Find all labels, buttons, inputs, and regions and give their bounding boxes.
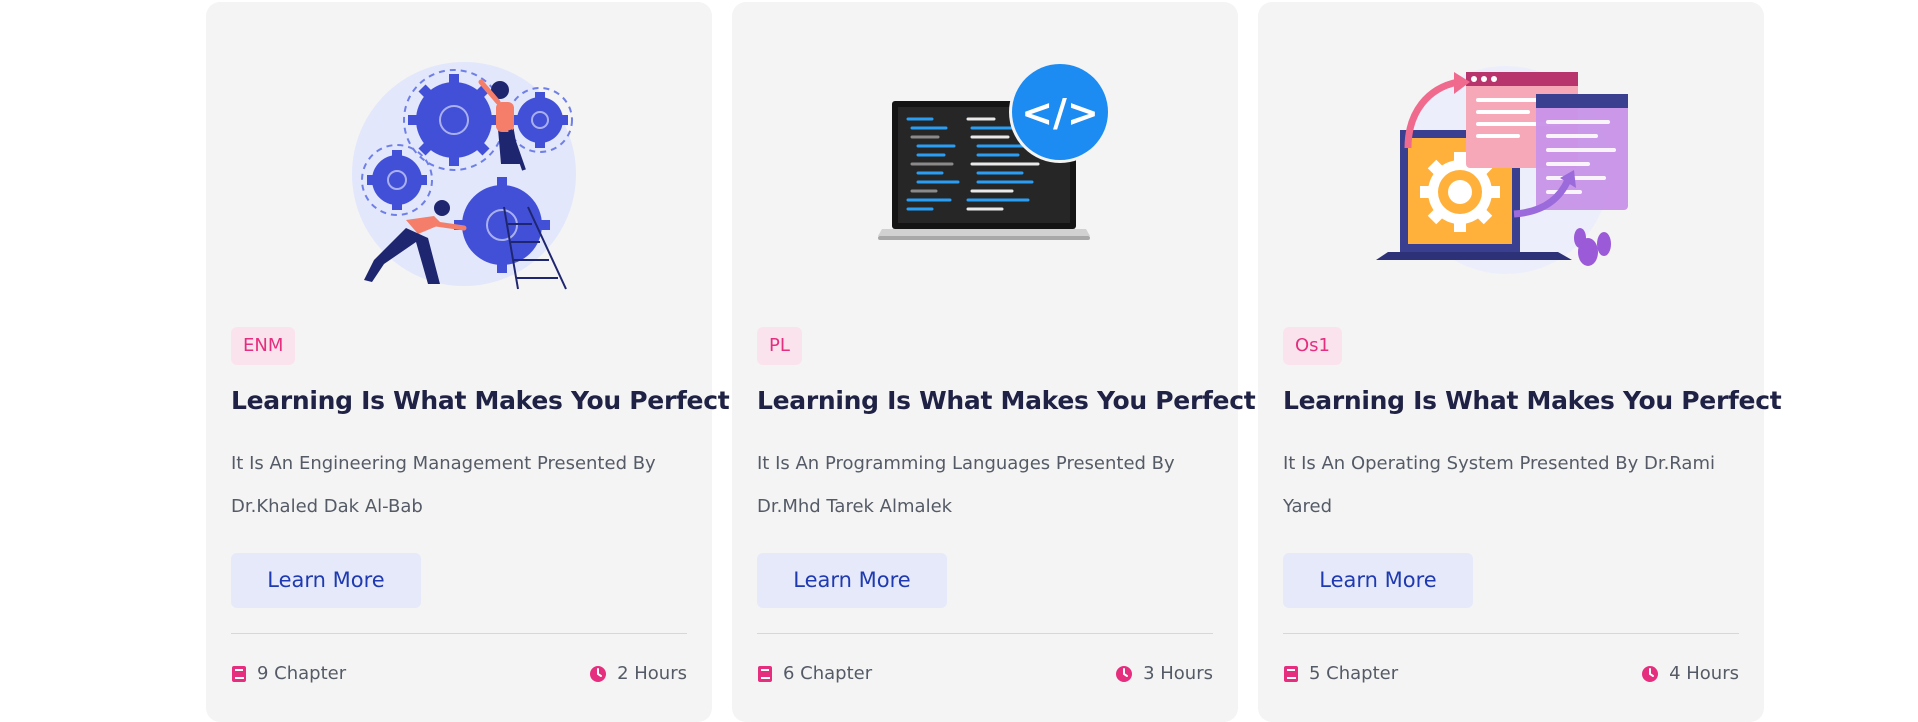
chapter-count: 6 Chapter bbox=[757, 662, 872, 686]
gears-teamwork-illustration bbox=[206, 2, 712, 302]
book-icon bbox=[758, 666, 772, 682]
course-title: Learning Is What Makes You Perfect bbox=[1283, 386, 1782, 415]
course-title: Learning Is What Makes You Perfect bbox=[757, 386, 1256, 415]
chapter-count-text: 5 Chapter bbox=[1309, 663, 1399, 684]
book-icon bbox=[1284, 666, 1298, 682]
course-tag: ENM bbox=[231, 327, 296, 365]
course-cards: ENM Learning Is What Makes You Perfect I… bbox=[0, 0, 1918, 722]
chapter-count-text: 9 Chapter bbox=[257, 663, 347, 684]
duration: 3 Hours bbox=[1115, 662, 1213, 686]
course-description: It Is An Programming Languages Presented… bbox=[757, 453, 1175, 517]
laptop-code-illustration: </> bbox=[732, 2, 1238, 302]
book-icon bbox=[232, 666, 246, 682]
duration-text: 2 Hours bbox=[617, 663, 687, 684]
course-card: Os1 Learning Is What Makes You Perfect I… bbox=[1258, 2, 1782, 722]
course-card: ENM Learning Is What Makes You Perfect I… bbox=[206, 2, 730, 722]
chapter-count: 5 Chapter bbox=[1283, 662, 1398, 686]
svg-text:</>: </> bbox=[1021, 91, 1099, 135]
divider bbox=[1283, 633, 1739, 634]
chapter-count: 9 Chapter bbox=[231, 662, 346, 686]
learn-more-button[interactable]: Learn More bbox=[757, 553, 947, 608]
course-card: </> PL Learning Is What Makes You Perfec… bbox=[732, 2, 1256, 722]
duration: 4 Hours bbox=[1641, 662, 1739, 686]
course-description: It Is An Engineering Management Presente… bbox=[231, 453, 656, 517]
course-description: It Is An Operating System Presented By D… bbox=[1283, 453, 1715, 517]
clock-icon bbox=[1116, 666, 1133, 682]
learn-more-button[interactable]: Learn More bbox=[231, 553, 421, 608]
divider bbox=[757, 633, 1213, 634]
duration: 2 Hours bbox=[589, 662, 687, 686]
course-title: Learning Is What Makes You Perfect bbox=[231, 386, 730, 415]
clock-icon bbox=[1642, 666, 1659, 682]
duration-text: 4 Hours bbox=[1669, 663, 1739, 684]
course-tag: Os1 bbox=[1283, 327, 1342, 365]
course-tag: PL bbox=[757, 327, 802, 365]
clock-icon bbox=[590, 666, 607, 682]
laptop-windows-gear-illustration bbox=[1258, 2, 1764, 302]
divider bbox=[231, 633, 687, 634]
learn-more-button[interactable]: Learn More bbox=[1283, 553, 1473, 608]
duration-text: 3 Hours bbox=[1143, 663, 1213, 684]
chapter-count-text: 6 Chapter bbox=[783, 663, 873, 684]
